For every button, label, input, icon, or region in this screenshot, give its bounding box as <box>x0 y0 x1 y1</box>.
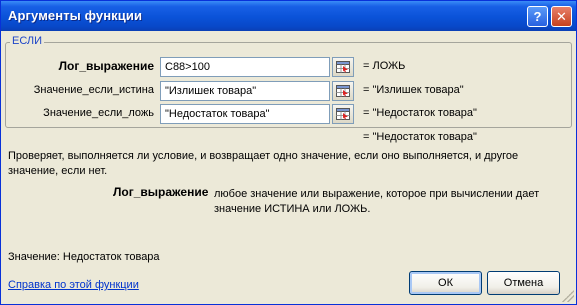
argument-row-value-if-false: Значение_если_ложь "Недостаток товара" =… <box>1 104 577 124</box>
resize-grip-icon[interactable] <box>562 290 574 302</box>
function-name: ЕСЛИ <box>10 35 45 47</box>
close-icon[interactable]: ✕ <box>551 6 572 27</box>
cancel-button[interactable]: Отмена <box>487 271 560 295</box>
help-link[interactable]: Справка по этой функции <box>8 279 139 291</box>
ok-button[interactable]: ОК <box>409 271 482 295</box>
argument-row-value-if-true: Значение_если_истина "Излишек товара" = … <box>1 81 577 101</box>
value-if-false-input[interactable]: "Недостаток товара" <box>160 104 330 124</box>
argument-help-text: любое значение или выражение, которое пр… <box>214 188 540 215</box>
function-arguments-dialog: Аргументы функции ? ✕ ЕСЛИ Лог_выражение… <box>0 0 577 305</box>
argument-row-logical-test: Лог_выражение C88>100 = ЛОЖЬ <box>1 57 577 77</box>
argument-label: Значение_если_истина <box>33 84 154 96</box>
argument-result: = "Недостаток товара" <box>363 107 477 119</box>
overall-result: = "Недостаток товара" <box>363 131 477 143</box>
value-if-true-input[interactable]: "Излишек товара" <box>160 81 330 101</box>
function-description: Проверяет, выполняется ли условие, и воз… <box>8 150 519 177</box>
range-select-icon[interactable] <box>332 104 354 124</box>
window-title: Аргументы функции <box>8 8 143 23</box>
argument-help-name: Лог_выражение <box>113 185 209 199</box>
argument-result: = "Излишек товара" <box>363 84 464 96</box>
title-bar[interactable]: Аргументы функции ? ✕ <box>1 1 576 31</box>
argument-result: = ЛОЖЬ <box>363 60 406 72</box>
range-select-icon[interactable] <box>332 81 354 101</box>
range-select-icon[interactable] <box>332 57 354 77</box>
logical-test-input[interactable]: C88>100 <box>160 57 330 77</box>
argument-label: Лог_выражение <box>58 59 154 73</box>
argument-label: Значение_если_ложь <box>43 107 154 119</box>
formula-value: Значение: Недостаток товара <box>8 251 160 263</box>
help-icon[interactable]: ? <box>527 6 548 27</box>
